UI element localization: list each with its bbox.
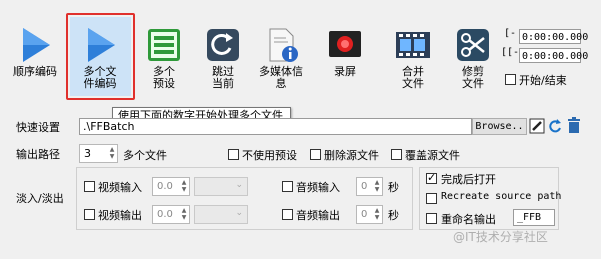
browse-button[interactable]: Browse.. — [472, 118, 527, 135]
end-bracket: [[- — [501, 47, 520, 58]
multi-file-count-value: 3 — [84, 147, 91, 160]
merge-files-label: 合并文件 — [402, 65, 424, 90]
audio-out-spinner[interactable]: 0 ▲ ▼ — [356, 205, 383, 224]
video-out-label: 视频输出 — [98, 209, 142, 222]
start-end-checkbox[interactable] — [505, 74, 516, 85]
multi-preset-button[interactable]: 多个预设 — [135, 22, 193, 96]
spinner-arrows-icon[interactable]: ▲ ▼ — [373, 179, 381, 193]
trim-files-label: 修剪文件 — [462, 65, 484, 90]
audio-in-checkbox[interactable] — [282, 181, 293, 192]
screen-record-label: 录屏 — [334, 65, 356, 78]
multi-preset-label: 多个预设 — [153, 65, 175, 90]
chevron-down-icon: ⌄ — [235, 180, 243, 190]
start-bracket: [- — [504, 28, 517, 39]
audio-out-label: 音频输出 — [296, 209, 340, 222]
film-preset-icon — [148, 29, 180, 61]
skip-current-button[interactable]: 跳过当前 — [194, 22, 252, 96]
start-time-input[interactable]: 0:00:00.000 — [519, 29, 588, 44]
fade-label: 淡入/淡出 — [16, 192, 64, 205]
watermark-text: @IT技术分享社区 — [453, 230, 548, 244]
spinner-arrows-icon[interactable]: ▲ ▼ — [108, 146, 116, 160]
spinner-arrows-icon[interactable]: ▲ ▼ — [180, 179, 188, 193]
video-in-dropdown[interactable]: ⌄ — [194, 177, 248, 196]
delete-source-label: 删除源文件 — [324, 149, 379, 162]
video-in-spinner[interactable]: 0.0 ▲ ▼ — [152, 177, 190, 196]
skip-icon — [207, 29, 239, 61]
quick-settings-label: 快速设置 — [16, 121, 60, 134]
scissors-icon — [457, 29, 489, 61]
recreate-path-checkbox[interactable] — [426, 193, 437, 204]
video-in-value: 0.0 — [157, 181, 173, 192]
video-out-spinner[interactable]: 0.0 ▲ ▼ — [152, 205, 190, 224]
rename-output-label: 重命名输出 — [441, 213, 496, 226]
screen-record-button[interactable]: 录屏 — [316, 22, 374, 96]
skip-current-label: 跳过当前 — [212, 65, 234, 90]
video-out-value: 0.0 — [157, 209, 173, 220]
audio-out-value: 0 — [361, 209, 368, 220]
spinner-arrows-icon[interactable]: ▲ ▼ — [180, 207, 188, 221]
no-preset-label: 不使用预设 — [242, 149, 297, 162]
chevron-down-icon: ⌄ — [235, 208, 243, 218]
overwrite-source-checkbox[interactable] — [391, 149, 402, 160]
open-when-done-label: 完成后打开 — [441, 173, 496, 186]
record-icon — [329, 31, 361, 57]
audio-in-seconds-label: 秒 — [388, 181, 399, 194]
end-time-input[interactable]: 0:00:00.000 — [519, 48, 588, 63]
edit-icon[interactable] — [529, 118, 545, 134]
play-icon — [23, 28, 50, 62]
start-end-label: 开始/结束 — [519, 74, 567, 87]
video-in-checkbox[interactable] — [84, 181, 95, 192]
merge-files-button[interactable]: 合并文件 — [384, 22, 442, 96]
recreate-path-label: Recreate source path — [441, 191, 562, 202]
open-when-done-checkbox[interactable] — [426, 171, 437, 184]
media-info-button[interactable]: 多媒体信息 — [252, 22, 310, 96]
sequential-encode-label: 顺序编码 — [13, 65, 57, 78]
filmstrip-icon — [396, 32, 430, 58]
multi-file-label: 多个文件 — [123, 149, 167, 162]
overwrite-source-label: 覆盖源文件 — [405, 149, 460, 162]
audio-out-checkbox[interactable] — [282, 209, 293, 220]
audio-in-label: 音频输入 — [296, 181, 340, 194]
no-preset-checkbox[interactable] — [228, 149, 239, 160]
audio-out-seconds-label: 秒 — [388, 209, 399, 222]
rename-output-checkbox[interactable] — [426, 213, 437, 224]
spinner-arrows-icon[interactable]: ▲ ▼ — [373, 207, 381, 221]
output-path-input[interactable]: .\FFBatch — [79, 118, 472, 135]
sequential-encode-button[interactable]: 顺序编码 — [6, 22, 64, 96]
info-icon — [269, 28, 298, 62]
media-info-label: 多媒体信息 — [259, 65, 303, 90]
highlight-frame — [66, 13, 135, 100]
refresh-icon[interactable] — [548, 118, 562, 134]
audio-in-value: 0 — [361, 181, 368, 192]
delete-source-checkbox[interactable] — [310, 149, 321, 160]
audio-in-spinner[interactable]: 0 ▲ ▼ — [356, 177, 383, 196]
trash-icon[interactable] — [566, 117, 582, 134]
output-path-label: 输出路径 — [16, 148, 60, 161]
rename-suffix-input[interactable]: _FFB — [513, 209, 555, 226]
video-in-label: 视频输入 — [98, 181, 142, 194]
multi-file-count-spinner[interactable]: 3 ▲ ▼ — [79, 144, 118, 163]
video-out-dropdown[interactable]: ⌄ — [194, 205, 248, 224]
trim-files-button[interactable]: 修剪文件 — [444, 22, 502, 96]
video-out-checkbox[interactable] — [84, 209, 95, 220]
